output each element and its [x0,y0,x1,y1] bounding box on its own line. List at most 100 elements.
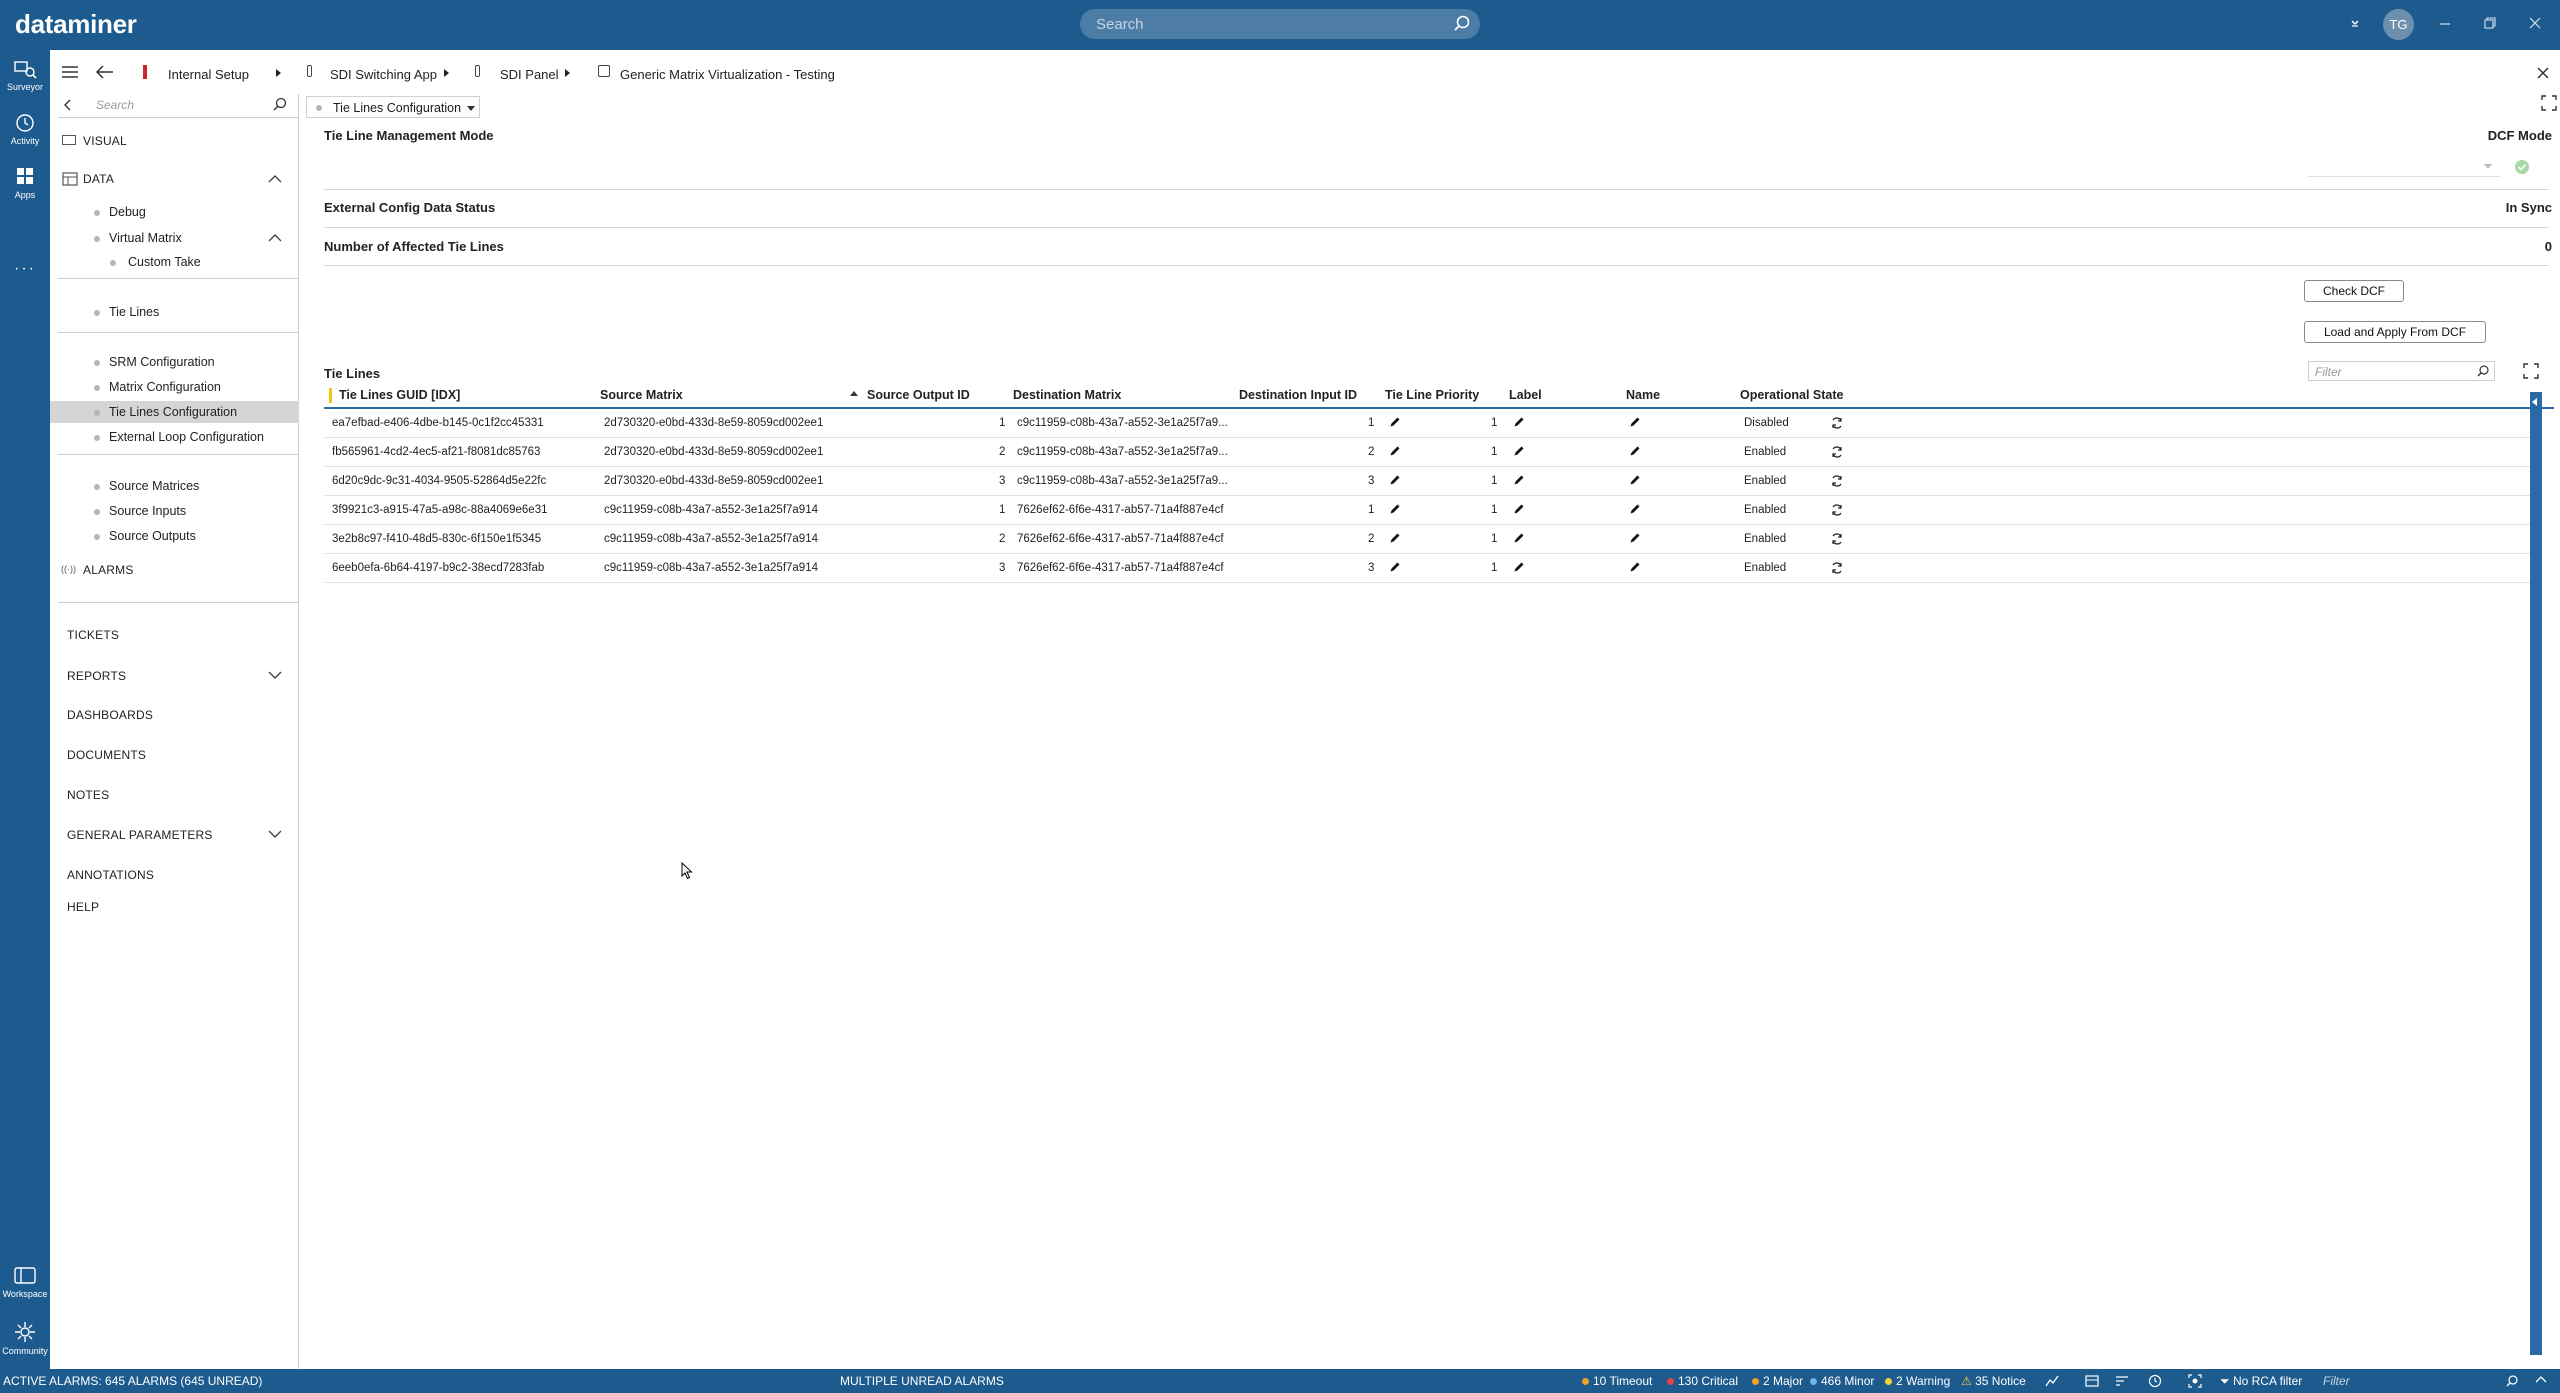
chevron-down-icon[interactable] [268,671,282,680]
edit-pencil-icon[interactable] [1513,474,1525,486]
nav-item-help[interactable]: HELP [50,896,299,918]
nav-item-source-inputs[interactable]: Source Inputs [50,500,299,522]
nav-item-general-parameters[interactable]: GENERAL PARAMETERS [50,824,299,846]
collapse-arrow-icon[interactable] [2532,398,2537,406]
hamburger-menu-icon[interactable] [60,64,80,80]
table-row[interactable]: 6d20c9dc-9c31-4034-9505-52864d5e22fc 2d73… [324,467,2534,496]
column-header-source-matrix[interactable]: Source Matrix [600,388,683,402]
nav-item-visual[interactable]: VISUAL [50,130,299,152]
edit-pencil-icon[interactable] [1389,503,1401,515]
page-selector-dropdown[interactable]: Tie Lines Configuration [306,96,480,118]
minimize-icon[interactable] [2437,15,2453,31]
edit-pencil-icon[interactable] [1629,532,1641,544]
check-dcf-button[interactable]: Check DCF [2304,280,2404,302]
edit-pencil-icon[interactable] [1629,503,1641,515]
rail-workspace[interactable]: Workspace [0,1265,50,1299]
clock-icon[interactable] [2148,1374,2162,1388]
active-alarms-text[interactable]: ACTIVE ALARMS: 645 ALARMS (645 UNREAD) [3,1374,262,1388]
column-header-operational-state[interactable]: Operational State [1740,388,1844,402]
breadcrumb-element[interactable]: Generic Matrix Virtualization - Testing [620,67,835,82]
column-header-guid[interactable]: Tie Lines GUID [IDX] [339,388,460,402]
column-header-destination-matrix[interactable]: Destination Matrix [1013,388,1121,402]
back-arrow-icon[interactable] [95,64,115,80]
expand-grid-icon[interactable] [2522,362,2540,380]
search-icon[interactable] [272,96,288,112]
status-filter-input[interactable]: Filter [2323,1374,2350,1388]
nav-item-external-loop-configuration[interactable]: External Loop Configuration [50,426,299,448]
rca-filter[interactable]: ⏷ No RCA filter [2220,1374,2302,1389]
nav-item-data[interactable]: DATA [50,168,299,190]
search-icon[interactable] [2505,1374,2519,1388]
edit-pencil-icon[interactable] [1389,445,1401,457]
nav-item-tie-lines-configuration[interactable]: Tie Lines Configuration [50,401,299,423]
column-header-label[interactable]: Label [1509,388,1542,402]
rail-surveyor[interactable]: Surveyor [0,58,50,92]
edit-pencil-icon[interactable] [1513,561,1525,573]
nav-item-dashboards[interactable]: DASHBOARDS [50,704,299,726]
table-row[interactable]: 3e2b8c97-f410-48d5-830c-6f150e1f5345 c9c1… [324,525,2534,554]
edit-pencil-icon[interactable] [1513,445,1525,457]
multiple-unread-alarms-text[interactable]: MULTIPLE UNREAD ALARMS [840,1374,1004,1388]
table-row[interactable]: fb565961-4cd2-4ec5-af21-f8081dc85763 2d73… [324,438,2534,467]
chevron-up-icon[interactable] [2535,1374,2547,1384]
toggle-state-icon[interactable] [1830,532,1844,546]
rail-community[interactable]: Community [0,1320,50,1356]
table-row[interactable]: 3f9921c3-a915-47a5-a98c-88a4069e6e31 c9c1… [324,496,2534,525]
search-icon[interactable] [1452,14,1472,34]
edit-pencil-icon[interactable] [1513,503,1525,515]
nav-item-matrix-configuration[interactable]: Matrix Configuration [50,376,299,398]
rail-activity[interactable]: Activity [0,112,50,146]
nav-item-custom-take[interactable]: Custom Take [50,251,299,273]
nav-item-tie-lines[interactable]: Tie Lines [50,301,299,323]
edit-pencil-icon[interactable] [1389,561,1401,573]
nav-item-documents[interactable]: DOCUMENTS [50,744,299,766]
nav-item-virtual-matrix[interactable]: Virtual Matrix [50,227,299,249]
column-header-tie-line-priority[interactable]: Tie Line Priority [1385,388,1479,402]
nav-item-reports[interactable]: REPORTS [50,665,299,687]
vertical-scrollbar[interactable] [2530,392,2542,1355]
sort-lines-icon[interactable] [2115,1374,2129,1388]
more-icon[interactable]: ··· [0,260,50,278]
load-apply-dcf-button[interactable]: Load and Apply From DCF [2304,321,2486,343]
table-row[interactable]: ea7efbad-e406-4dbe-b145-0c1f2cc45331 2d73… [324,409,2534,438]
search-icon[interactable] [2476,364,2490,378]
close-window-icon[interactable] [2527,15,2543,31]
toggle-state-icon[interactable] [1830,445,1844,459]
chevron-up-icon[interactable] [268,174,282,183]
timeout-count[interactable]: 10 Timeout [1582,1374,1652,1388]
toggle-state-icon[interactable] [1830,474,1844,488]
sort-ascending-icon[interactable] [850,391,858,396]
toggle-state-icon[interactable] [1830,561,1844,575]
rail-apps[interactable]: Apps [0,166,50,200]
edit-pencil-icon[interactable] [1389,532,1401,544]
nav-item-alarms[interactable]: ((·)) ALARMS [50,559,299,581]
close-icon[interactable] [2536,66,2550,80]
check-circle-icon[interactable] [2514,159,2530,175]
nav-search-input[interactable]: Search [96,98,134,112]
chevron-up-icon[interactable] [268,233,282,242]
breadcrumb-sdi-switching-app[interactable]: SDI Switching App [330,67,437,82]
toggle-state-icon[interactable] [1830,503,1844,517]
edit-pencil-icon[interactable] [1389,416,1401,428]
nav-item-source-matrices[interactable]: Source Matrices [50,475,299,497]
breadcrumb-internal-setup[interactable]: Internal Setup [168,67,249,82]
toggle-state-icon[interactable] [1830,416,1844,430]
nav-item-srm-configuration[interactable]: SRM Configuration [50,351,299,373]
minor-count[interactable]: 466 Minor [1810,1374,1874,1388]
column-header-destination-input-id[interactable]: Destination Input ID [1239,388,1357,402]
column-header-source-output-id[interactable]: Source Output ID [867,388,970,402]
critical-count[interactable]: 130 Critical [1667,1374,1738,1388]
edit-pencil-icon[interactable] [1513,416,1525,428]
edit-pencil-icon[interactable] [1629,474,1641,486]
nav-back-icon[interactable] [62,98,74,112]
breadcrumb-sdi-panel[interactable]: SDI Panel [500,67,559,82]
edit-pencil-icon[interactable] [1629,445,1641,457]
nav-item-source-outputs[interactable]: Source Outputs [50,525,299,547]
global-search-input[interactable]: Search [1080,9,1480,39]
focus-icon[interactable] [2188,1374,2202,1388]
warning-count[interactable]: 2 Warning [1885,1374,1950,1388]
nav-item-debug[interactable]: Debug [50,201,299,223]
avatar[interactable]: TG [2383,9,2414,40]
notice-count[interactable]: ⚠ 35 Notice [1961,1374,2026,1388]
table-row[interactable]: 6eeb0efa-6b64-4197-b9c2-38ecd7283fab c9c1… [324,554,2534,583]
